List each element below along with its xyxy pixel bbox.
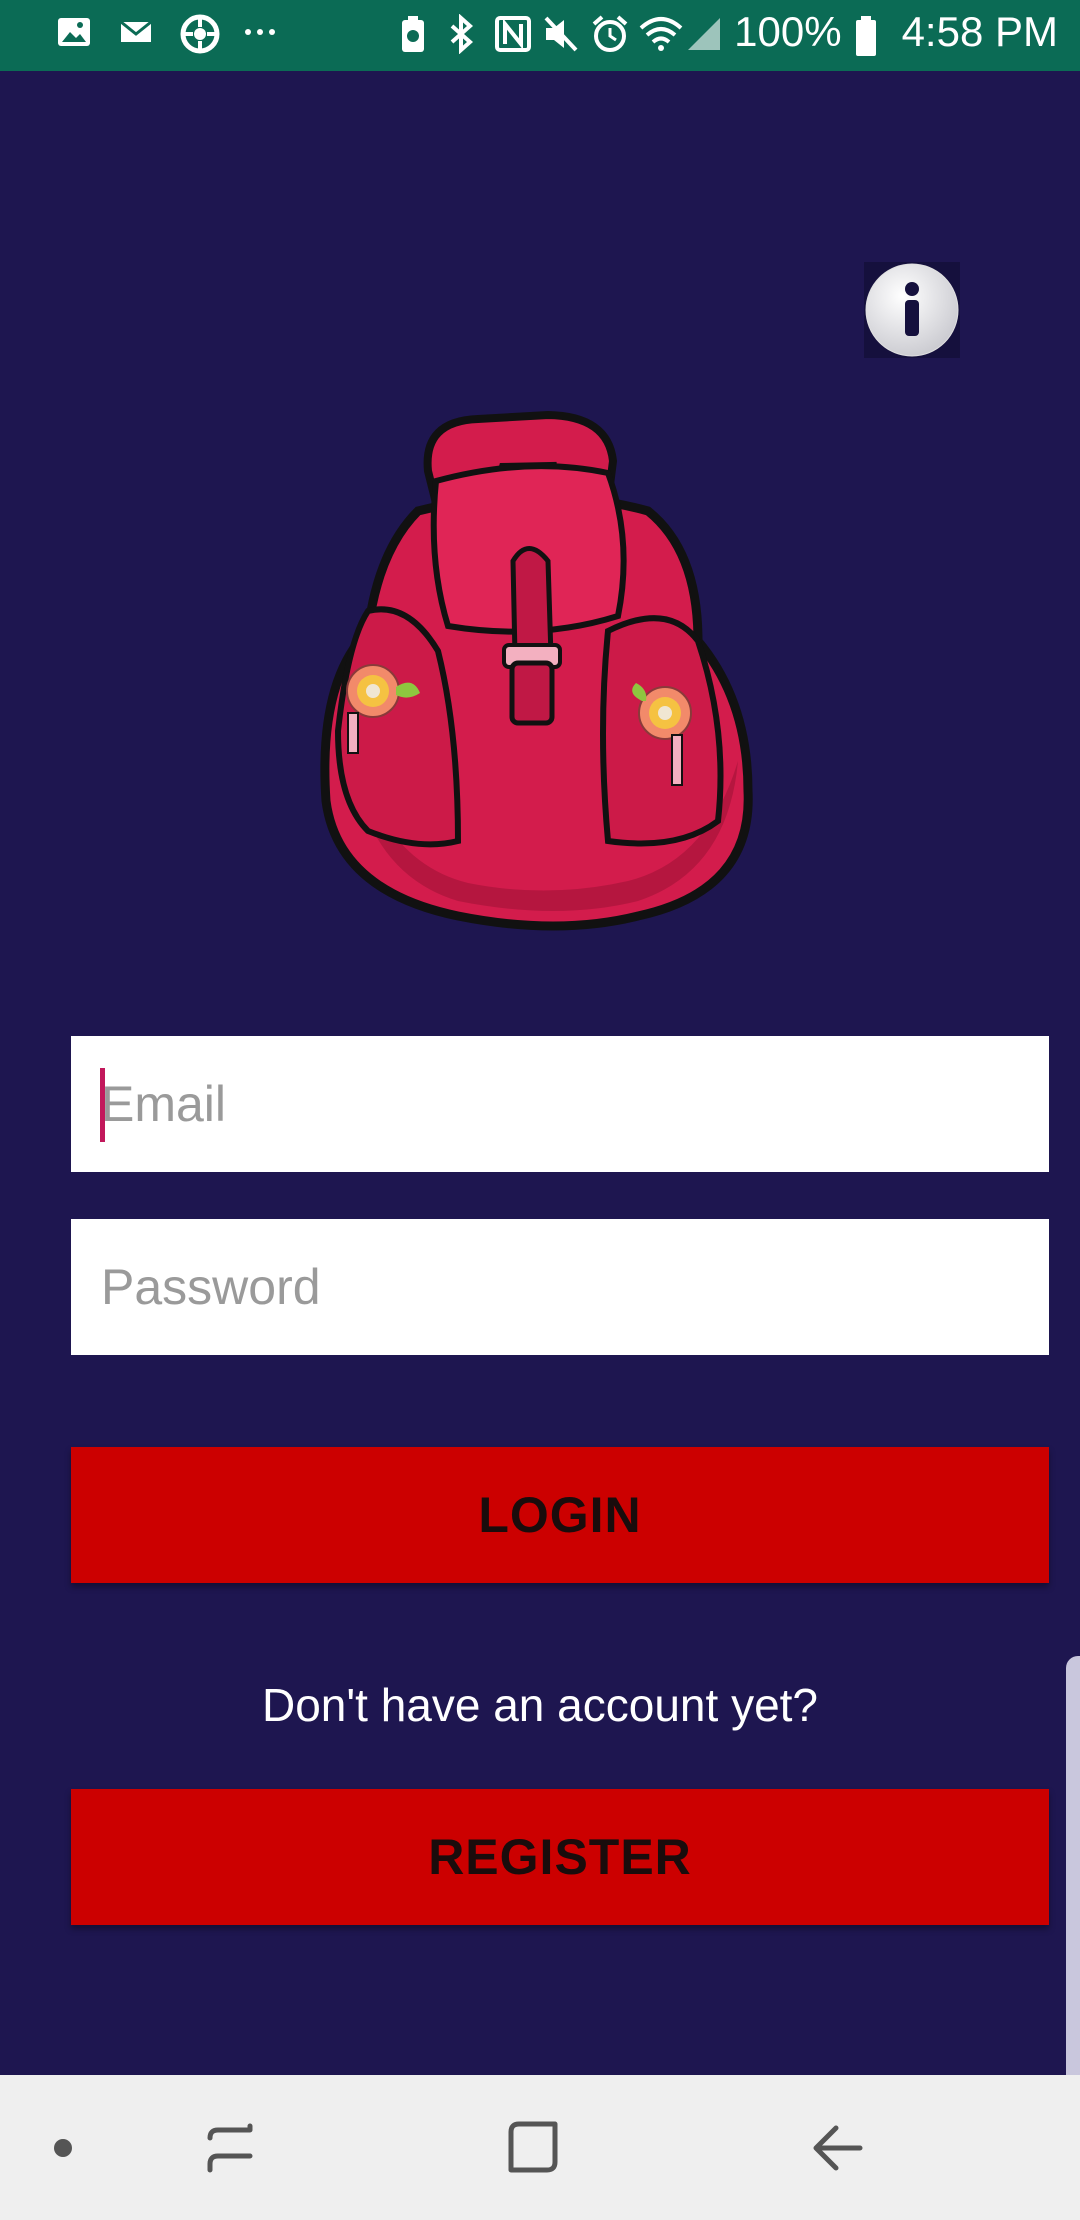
password-placeholder: Password — [101, 1259, 321, 1315]
nfc-icon — [494, 14, 532, 52]
dot-icon — [54, 2138, 72, 2157]
home-button[interactable] — [483, 2075, 583, 2220]
back-icon — [813, 2125, 863, 2170]
no-account-text: Don't have an account yet? — [261, 1679, 819, 1731]
recent-apps-button[interactable] — [180, 2075, 280, 2220]
wifi-icon — [638, 14, 683, 51]
mute-icon — [542, 14, 578, 52]
login-screen: Email Password LOGIN Don't have an accou… — [0, 71, 1080, 2096]
gallery-icon — [56, 14, 92, 50]
bluetooth-icon — [446, 13, 482, 55]
home-icon — [508, 2121, 558, 2172]
signal-icon — [686, 14, 722, 50]
status-system: 100% 4:58 PM — [398, 8, 1058, 56]
back-button[interactable] — [788, 2075, 888, 2220]
email-input[interactable]: Email — [71, 1036, 1049, 1172]
settings-wheel-icon — [180, 14, 220, 54]
more-dots-icon — [242, 14, 278, 50]
battery-icon — [854, 14, 890, 56]
status-notifications — [56, 14, 278, 54]
email-placeholder: Email — [101, 1076, 227, 1132]
info-icon — [865, 263, 959, 357]
scrollbar[interactable] — [1066, 1656, 1080, 2096]
text-caret — [100, 1068, 105, 1142]
login-button[interactable]: LOGIN — [71, 1447, 1049, 1583]
nav-dot-button[interactable] — [30, 2075, 96, 2220]
register-button[interactable]: REGISTER — [71, 1789, 1049, 1925]
recent-apps-icon — [207, 2123, 253, 2172]
alarm-icon — [590, 14, 628, 52]
backpack-logo — [320, 410, 753, 931]
info-button[interactable] — [864, 262, 960, 358]
battery-percent: 100% — [734, 8, 842, 55]
status-bar: 100% 4:58 PM — [0, 0, 1080, 71]
password-input[interactable]: Password — [71, 1219, 1049, 1355]
mail-icon — [118, 14, 154, 50]
clock-time: 4:58 PM — [901, 8, 1058, 55]
navigation-bar — [0, 2075, 1080, 2220]
battery-saver-icon — [398, 14, 434, 52]
